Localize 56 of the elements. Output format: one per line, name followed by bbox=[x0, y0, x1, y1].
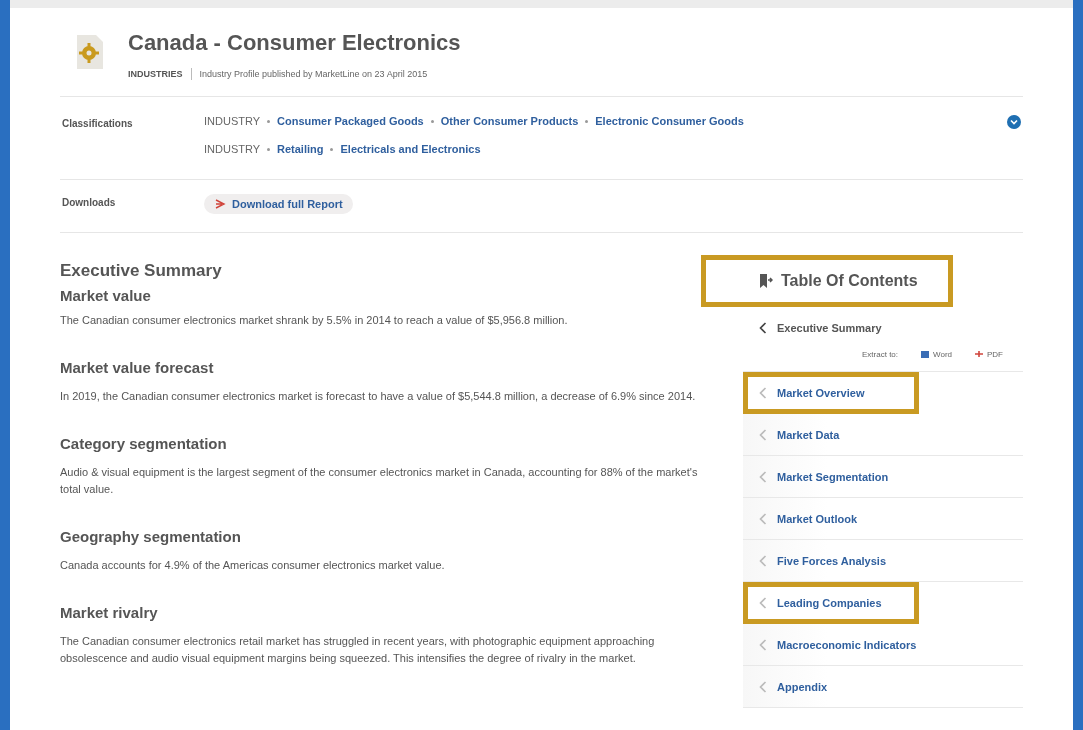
classification-link[interactable]: Consumer Packaged Goods bbox=[277, 115, 424, 127]
section-heading: Category segmentation bbox=[60, 435, 228, 452]
chevron-left-icon bbox=[759, 638, 767, 651]
section-heading: Market rivalry bbox=[60, 604, 159, 621]
page-title: Canada - Consumer Electronics bbox=[128, 30, 461, 56]
separator-icon bbox=[330, 147, 334, 151]
word-link[interactable]: Word bbox=[920, 349, 952, 359]
separator-icon bbox=[430, 119, 434, 123]
section-heading: Market value forecast bbox=[60, 359, 215, 376]
section-heading: Geography segmentation bbox=[60, 528, 242, 545]
toc-item[interactable]: Leading Companies bbox=[743, 582, 919, 624]
paragraph: The Canadian consumer electronics retail market has struggled in recent years, with photographic equipment approaching obsolescence and audio visual equipment margins being squeezed. This intensifies the degree of rivalry in the market. bbox=[60, 634, 656, 666]
bookmark-icon bbox=[759, 272, 773, 289]
classification-link[interactable]: Other Consumer Products bbox=[440, 115, 579, 127]
download-button[interactable]: Download full Report bbox=[204, 194, 353, 214]
pdf-icon bbox=[214, 198, 226, 210]
row-label: Downloads bbox=[61, 196, 117, 208]
extract-label: Extract to: bbox=[862, 349, 899, 359]
chevron-left-icon bbox=[759, 680, 767, 693]
pdf-icon bbox=[974, 349, 984, 359]
paragraph: The Canadian consumer electronics market shrank by 5.5% in 2014 to reach a value of $5,956.8 million. bbox=[60, 313, 569, 328]
chevron-left-icon bbox=[759, 322, 767, 334]
separator-icon bbox=[267, 147, 271, 151]
category-label: INDUSTRIES bbox=[128, 69, 183, 79]
paragraph: Canada accounts for 4.9% of the Americas consumer electronics market value. bbox=[60, 558, 446, 573]
toc-heading: Table Of Contents bbox=[781, 271, 918, 290]
word-icon bbox=[920, 349, 931, 359]
row-label: Classifications bbox=[61, 117, 134, 129]
publish-info: Industry Profile published by MarketLine on 23 April 2015 bbox=[199, 69, 428, 79]
toc-item[interactable]: Market Outlook bbox=[743, 498, 1023, 540]
toc-item[interactable]: Market Segmentation bbox=[743, 456, 1023, 498]
expand-icon[interactable] bbox=[1007, 115, 1021, 129]
toc-item[interactable]: Appendix bbox=[743, 666, 1023, 708]
toc-item[interactable]: Macroeconomic Indicators bbox=[743, 624, 1023, 666]
pdf-link[interactable]: PDF bbox=[974, 349, 1003, 359]
chevron-left-icon bbox=[759, 470, 767, 483]
separator-icon bbox=[585, 119, 589, 123]
chevron-left-icon bbox=[759, 597, 767, 609]
classification-link[interactable]: Electricals and Electronics bbox=[340, 143, 481, 155]
paragraph: Audio & visual equipment is the largest segment of the consumer electronics market in Canada, accounting for 88% of the market's total value. bbox=[60, 465, 699, 497]
toc-item[interactable]: Market Data bbox=[743, 414, 1023, 456]
chevron-left-icon bbox=[759, 554, 767, 567]
paragraph: In 2019, the Canadian consumer electronics market is forecast to have a value of $5,544.8 million, a decrease of 6.9% since 2014. bbox=[60, 389, 697, 404]
section-title: Executive Summary bbox=[60, 261, 223, 281]
classification-link[interactable]: Electronic Consumer Goods bbox=[595, 115, 744, 127]
section-heading: Market value bbox=[60, 287, 152, 304]
chevron-left-icon bbox=[759, 387, 767, 399]
classification-link[interactable]: Retailing bbox=[277, 143, 324, 155]
chevron-left-icon bbox=[759, 512, 767, 525]
toc-item[interactable]: Five Forces Analysis bbox=[743, 540, 1023, 582]
document-gear-icon bbox=[76, 34, 104, 70]
chevron-left-icon bbox=[759, 428, 767, 441]
industry-label: INDUSTRY bbox=[204, 143, 261, 155]
toc-item[interactable]: Market Overview bbox=[743, 372, 919, 414]
industry-label: INDUSTRY bbox=[204, 115, 261, 127]
separator-icon bbox=[267, 119, 271, 123]
